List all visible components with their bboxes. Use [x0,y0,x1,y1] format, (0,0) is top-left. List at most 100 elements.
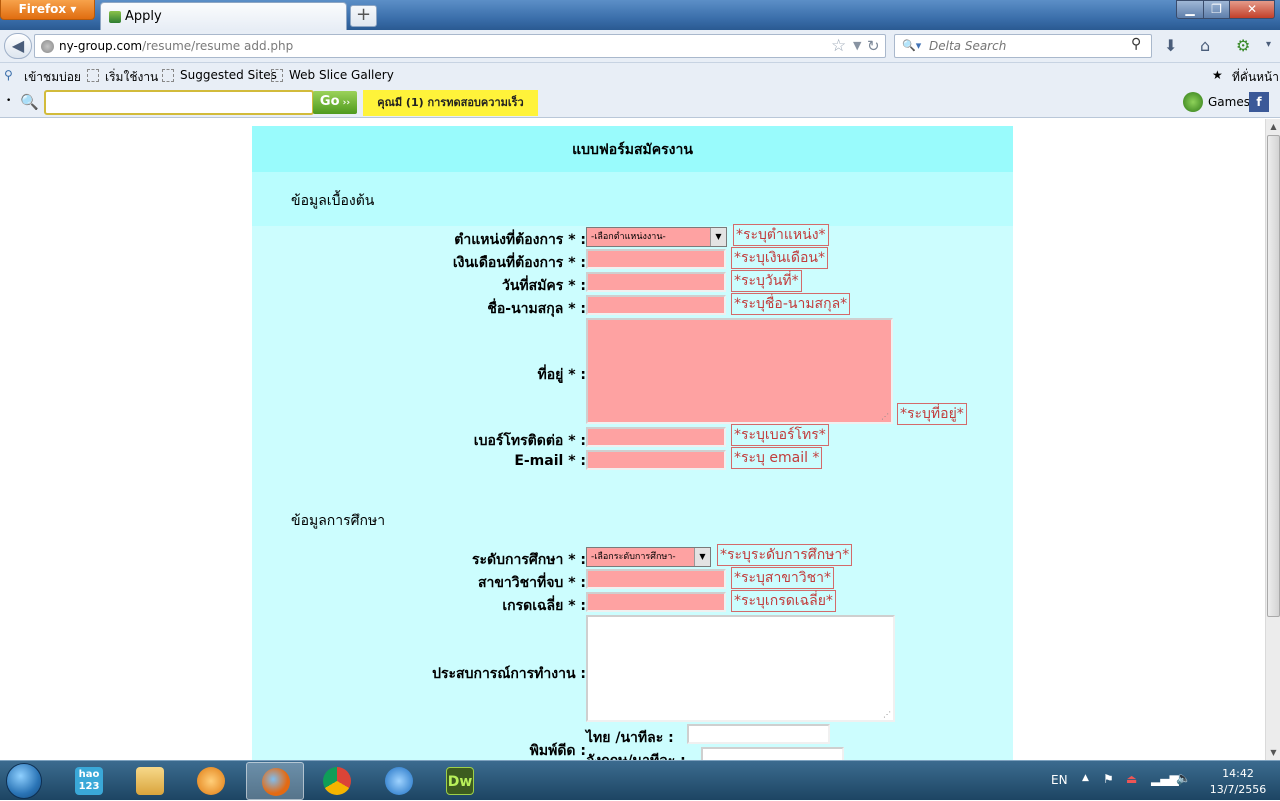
taskbar-clock[interactable]: 14:42 13/7/2556 [1200,766,1276,798]
speed-test-button[interactable]: คุณมี (1) การทดสอบความเร็ว [363,90,538,116]
minimize-button[interactable]: ▁ [1176,0,1204,19]
action-center-flag-icon[interactable]: ⚑ [1103,772,1114,786]
internet-explorer-icon [385,767,413,795]
address-label: ที่อยู่ * : [537,367,586,383]
toolbar-search-input[interactable] [44,90,314,115]
taskbar-internet-explorer[interactable] [370,762,428,800]
major-input[interactable] [586,569,726,589]
toolbar-dropdown-icon[interactable]: • [6,96,11,106]
firefox-menu-label: Firefox [18,2,67,16]
maximize-button[interactable]: ❐ [1203,0,1230,19]
scrollbar-thumb[interactable] [1267,135,1280,617]
start-button[interactable] [6,763,42,799]
phone-label: เบอร์โทรติดต่อ * : [473,433,586,449]
facebook-icon[interactable]: f [1249,92,1269,112]
email-input[interactable] [586,450,726,470]
show-hidden-icons-icon[interactable]: ▲ [1082,773,1089,783]
gpa-input[interactable] [586,592,726,612]
taskbar-firefox[interactable] [246,762,304,800]
bookmark-web-slice-gallery[interactable]: Web Slice Gallery [289,68,394,82]
menu-chevron-icon[interactable]: ▾ [1266,39,1271,50]
media-player-icon [197,767,225,795]
reload-icon[interactable]: ↻ [867,37,880,55]
scroll-down-icon[interactable]: ▼ [1266,745,1280,760]
experience-textarea[interactable]: ⋰ [586,615,895,722]
bookmarks-star-icon[interactable]: ★ [1212,68,1223,82]
education-level-label: ระดับการศึกษา * : [472,552,586,568]
typing-eng-input[interactable] [701,747,844,760]
resize-grip-icon[interactable]: ⋰ [881,412,889,421]
bookmarks-menu-icon[interactable]: ⚲ [4,68,13,82]
window-titlebar: Firefox ▾ Apply + ▁ ❐ ✕ [0,0,1280,30]
apply-date-label: วันที่สมัคร * : [502,278,586,294]
language-indicator[interactable]: EN [1051,773,1068,787]
address-textarea[interactable]: ⋰ [586,318,893,424]
email-label: E-mail * : [514,453,586,469]
tab-title: Apply [125,9,162,24]
firefox-icon [262,768,290,796]
new-tab-button[interactable]: + [350,5,377,27]
addon-toolbar: • 🔍 Go ›› คุณมี (1) การทดสอบความเร็ว Gam… [0,88,1280,118]
typing-thai-label: ไทย /นาทีละ : [586,730,674,746]
apply-date-error: *ระบุวันที่* [731,270,802,292]
search-input[interactable] [929,38,1119,54]
page-viewport: แบบฟอร์มสมัครงาน ข้อมูลเบื้องต้น ตำแหน่ง… [0,119,1265,760]
home-icon[interactable]: ⌂ [1200,36,1210,55]
experience-label: ประสบการณ์การทำงาน : [432,666,586,682]
close-button[interactable]: ✕ [1229,0,1275,19]
bookmarks-button[interactable]: ที่คั่นหน้า [1232,68,1279,87]
taskbar-dreamweaver[interactable]: Dw [431,762,489,800]
site-identity-icon[interactable] [41,40,54,53]
taskbar-media-player[interactable] [182,762,240,800]
safely-remove-icon[interactable]: ⏏ [1126,772,1137,786]
addon-icon[interactable]: ⚙ [1236,36,1250,55]
back-button[interactable]: ◀ [4,33,32,59]
url-text: ny-group.com/resume/resume add.php [59,39,293,53]
email-error: *ระบุ email * [731,447,823,469]
bookmark-star-icon[interactable]: ☆ [831,36,846,56]
major-label: สาขาวิชาที่จบ * : [477,575,586,591]
go-label: Go [319,94,340,109]
name-error: *ระบุชื่อ-นามสกุล* [731,293,851,315]
games-label: Games [1208,95,1250,109]
search-bar[interactable]: 🔍▾ ⚲ [894,34,1152,58]
form-title: แบบฟอร์มสมัครงาน [252,126,1013,172]
chevron-down-icon: ▾ [70,2,77,16]
search-icon[interactable]: ⚲ [1131,36,1141,52]
url-bar[interactable]: ny-group.com/resume/resume add.php ☆ ▼ ↻ [34,34,886,58]
history-dropdown-icon[interactable]: ▼ [853,39,861,52]
section-education-title: ข้อมูลการศึกษา [291,513,386,529]
windows-taskbar: hao 123 Dw EN ▲ ⚑ ⏏ ▂▄▆ 🔈 14:42 13/7/255… [0,760,1280,800]
clock-time: 14:42 [1222,767,1254,780]
position-select[interactable]: -เลือกตำแหน่งงาน- ▼ [586,227,727,247]
vertical-scrollbar[interactable]: ▲ ▼ [1265,119,1280,760]
position-error: *ระบุตำแหน่ง* [733,224,829,246]
apply-date-input[interactable] [586,272,726,292]
typing-label: พิมพ์ดีด : [529,743,586,759]
section-basic-header: ข้อมูลเบื้องต้น [252,172,1013,226]
page-favicon-icon [109,11,121,23]
taskbar-hao123[interactable]: hao 123 [60,762,118,800]
tab-apply[interactable]: Apply [100,2,347,30]
firefox-menu-button[interactable]: Firefox ▾ [0,0,95,20]
typing-thai-input[interactable] [687,724,830,744]
network-signal-icon[interactable]: ▂▄▆ [1151,772,1179,786]
resize-grip-icon[interactable]: ⋰ [883,710,891,719]
bookmark-suggested-sites[interactable]: Suggested Sites [180,68,277,82]
back-arrow-icon: ◀ [11,36,25,55]
scroll-up-icon[interactable]: ▲ [1266,119,1280,134]
taskbar-explorer[interactable] [121,762,179,800]
downloads-icon[interactable]: ⬇ [1164,36,1177,55]
taskbar-chrome[interactable] [308,762,366,800]
search-engine-icon[interactable]: 🔍▾ [902,39,921,52]
salary-input[interactable] [586,249,726,269]
go-button[interactable]: Go ›› [313,91,357,114]
major-error: *ระบุสาขาวิชา* [731,567,834,589]
bookmark-getting-started[interactable]: เริ่มใช้งาน [105,68,158,87]
folder-icon [136,767,164,795]
education-level-select[interactable]: -เลือกระดับการศึกษา- ▼ [586,547,711,567]
name-input[interactable] [586,295,726,315]
volume-icon[interactable]: 🔈 [1176,771,1191,785]
phone-input[interactable] [586,427,726,447]
bookmark-most-visited[interactable]: เข้าชมบ่อย [24,68,81,87]
